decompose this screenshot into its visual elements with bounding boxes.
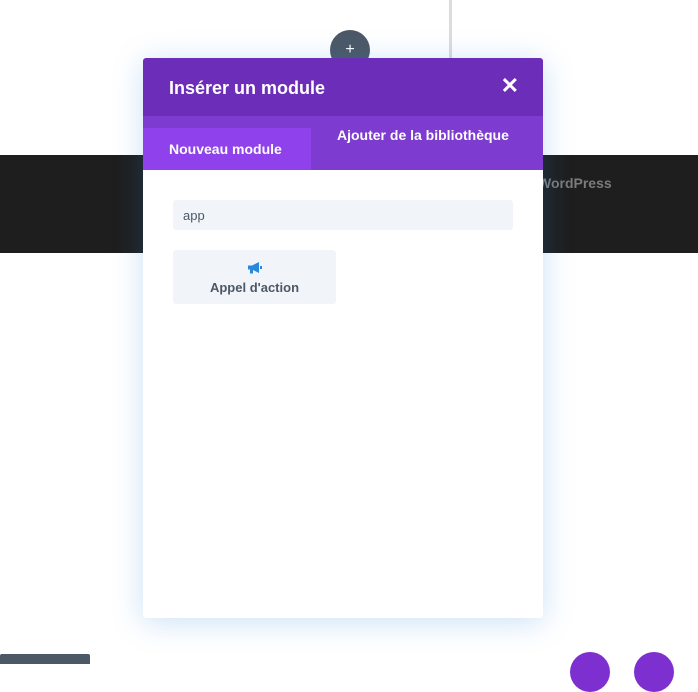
insert-module-modal: Insérer un module ✕ Nouveau module Ajout… bbox=[143, 58, 543, 618]
tab-new-module-label: Nouveau module bbox=[169, 141, 282, 157]
builder-action-button[interactable] bbox=[570, 652, 610, 692]
bottom-left-button[interactable] bbox=[0, 654, 90, 664]
tab-add-from-library[interactable]: Ajouter de la bibliothèque bbox=[337, 128, 517, 170]
tab-new-module[interactable]: Nouveau module bbox=[143, 128, 311, 170]
module-label: Appel d'action bbox=[209, 280, 300, 295]
footer-text: WordPress bbox=[538, 175, 612, 191]
modal-title: Insérer un module bbox=[169, 78, 326, 98]
megaphone-icon bbox=[247, 261, 263, 280]
builder-divider-line bbox=[449, 0, 452, 60]
close-icon[interactable]: ✕ bbox=[501, 75, 519, 97]
modal-header: Insérer un module ✕ bbox=[143, 58, 543, 116]
module-call-to-action[interactable]: Appel d'action bbox=[173, 250, 336, 304]
search-input[interactable] bbox=[173, 200, 513, 230]
builder-settings-button[interactable] bbox=[634, 652, 674, 692]
modal-tabs: Nouveau module Ajouter de la bibliothèqu… bbox=[143, 116, 543, 170]
